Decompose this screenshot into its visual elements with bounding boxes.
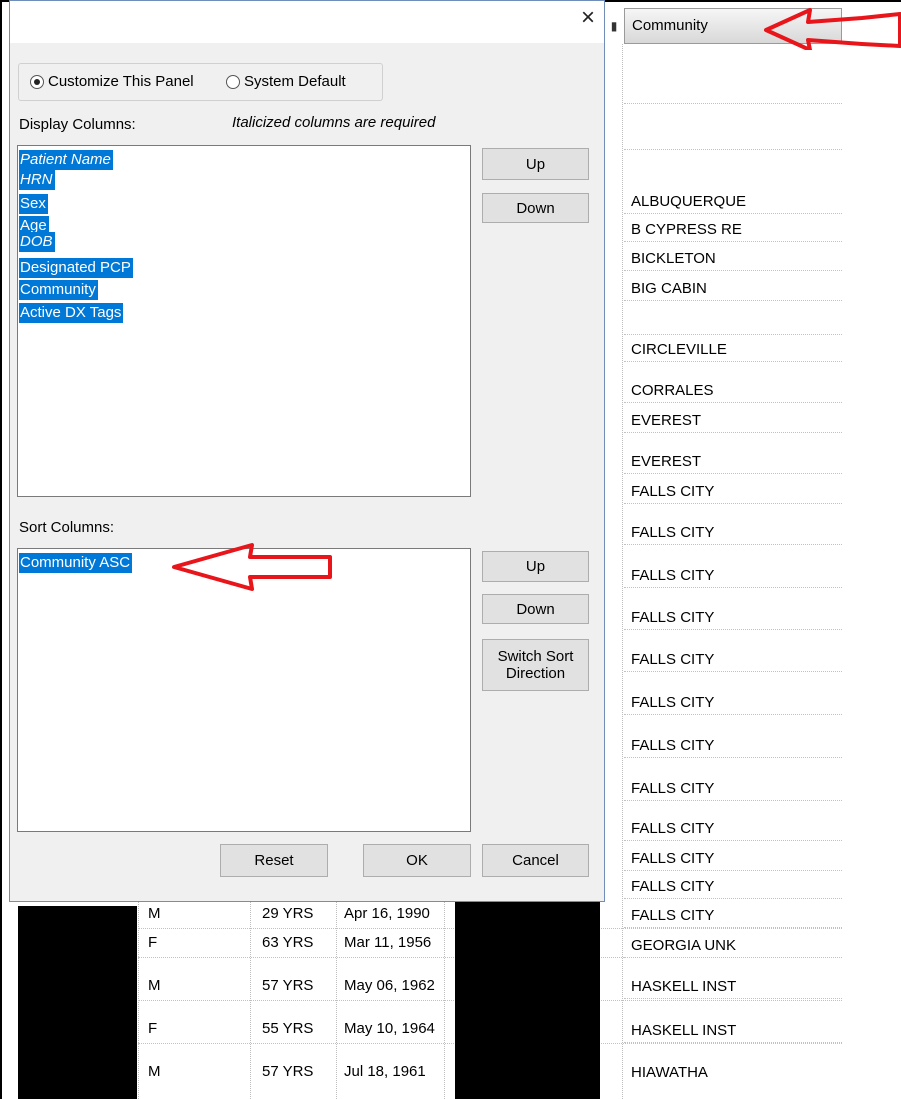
- close-icon[interactable]: ×: [575, 5, 601, 31]
- list-item[interactable]: DOB: [19, 232, 55, 252]
- annotation-arrow-header: [764, 8, 901, 50]
- community-cell: B CYPRESS RE: [624, 216, 842, 242]
- community-cell: FALLS CITY: [624, 732, 842, 758]
- display-up-button[interactable]: Up: [482, 148, 589, 180]
- community-cell: CIRCLEVILLE: [624, 336, 842, 362]
- annotation-arrow-sort: [172, 543, 332, 591]
- community-cell: CORRALES: [624, 377, 842, 403]
- system-default-label[interactable]: System Default: [244, 72, 346, 92]
- dob-cell: May 10, 1964: [344, 1020, 435, 1037]
- community-cell: BICKLETON: [624, 245, 842, 271]
- community-cell: FALLS CITY: [624, 845, 842, 871]
- community-cell: FALLS CITY: [624, 775, 842, 801]
- community-cell: HASKELL INST: [624, 973, 842, 999]
- dob-cell: May 06, 1962: [344, 977, 435, 994]
- community-cell: FALLS CITY: [624, 902, 842, 928]
- community-cell: BIG CABIN: [624, 275, 842, 301]
- column-resize-glyph: ▮: [610, 19, 618, 33]
- sort-up-button[interactable]: Up: [482, 551, 589, 582]
- list-item[interactable]: Patient Name: [19, 150, 113, 170]
- community-cell: FALLS CITY: [624, 689, 842, 715]
- sex-cell: F: [148, 934, 158, 951]
- community-cell: FALLS CITY: [624, 562, 842, 588]
- display-columns-list[interactable]: Patient Name HRN Sex Age DOB Designated …: [17, 145, 471, 497]
- age-cell: 57 YRS: [262, 977, 314, 994]
- list-item[interactable]: Designated PCP: [19, 258, 133, 278]
- sex-cell: M: [148, 905, 161, 922]
- required-note: Italicized columns are required: [232, 114, 436, 131]
- dob-cell: Mar 11, 1956: [344, 934, 432, 951]
- display-columns-label: Display Columns:: [19, 116, 136, 133]
- redacted-patient-name: [18, 906, 137, 1099]
- sort-columns-label: Sort Columns:: [19, 519, 115, 536]
- community-cell: HIAWATHA: [631, 1064, 708, 1081]
- grid-divider: [622, 44, 623, 1099]
- sort-down-button[interactable]: Down: [482, 594, 589, 624]
- sex-cell: M: [148, 977, 161, 994]
- switch-sort-direction-button[interactable]: Switch Sort Direction: [482, 639, 589, 691]
- list-item[interactable]: Active DX Tags: [19, 303, 124, 323]
- customize-panel-label[interactable]: Customize This Panel: [48, 72, 194, 92]
- community-cell: FALLS CITY: [624, 646, 842, 672]
- dob-cell: Jul 18, 1961: [344, 1063, 426, 1080]
- age-cell: 29 YRS: [262, 905, 314, 922]
- community-cell: [624, 78, 842, 104]
- community-cell: FALLS CITY: [624, 519, 842, 545]
- switch-sort-label-line2: Direction: [505, 665, 566, 682]
- community-cell: [624, 124, 842, 150]
- switch-sort-label-line1: Switch Sort: [497, 648, 574, 665]
- community-cell: FALLS CITY: [624, 873, 842, 899]
- age-cell: 57 YRS: [262, 1063, 314, 1080]
- community-cell: FALLS CITY: [624, 604, 842, 630]
- community-cell: EVEREST: [624, 407, 842, 433]
- system-default-radio[interactable]: [226, 75, 240, 89]
- community-cell: GEORGIA UNK: [624, 930, 842, 958]
- sex-cell: M: [148, 1063, 161, 1080]
- customize-columns-dialog: × Customize This Panel System Default Di…: [9, 0, 605, 902]
- sex-cell: F: [148, 1020, 158, 1037]
- ok-button[interactable]: OK: [363, 844, 471, 877]
- cancel-button[interactable]: Cancel: [482, 844, 589, 877]
- list-item[interactable]: Sex: [19, 194, 48, 214]
- dialog-titlebar: ×: [10, 1, 604, 43]
- reset-button[interactable]: Reset: [220, 844, 328, 877]
- customize-panel-radio[interactable]: [30, 75, 44, 89]
- panel-mode-radio-group: Customize This Panel System Default: [18, 63, 383, 101]
- community-cell: [624, 309, 842, 335]
- community-cell: HASKELL INST: [624, 1017, 842, 1043]
- community-cell: FALLS CITY: [624, 478, 842, 504]
- list-item[interactable]: HRN: [19, 170, 55, 190]
- redacted-pcp: [455, 902, 600, 1099]
- community-cell: EVEREST: [624, 448, 842, 474]
- list-item[interactable]: Community ASC: [19, 553, 133, 573]
- list-item[interactable]: Community: [19, 280, 98, 300]
- display-down-button[interactable]: Down: [482, 193, 589, 223]
- age-cell: 63 YRS: [262, 934, 314, 951]
- dob-cell: Apr 16, 1990: [344, 905, 430, 922]
- community-cell: ALBUQUERQUE: [624, 188, 842, 214]
- community-cell: FALLS CITY: [624, 815, 842, 841]
- age-cell: 55 YRS: [262, 1020, 314, 1037]
